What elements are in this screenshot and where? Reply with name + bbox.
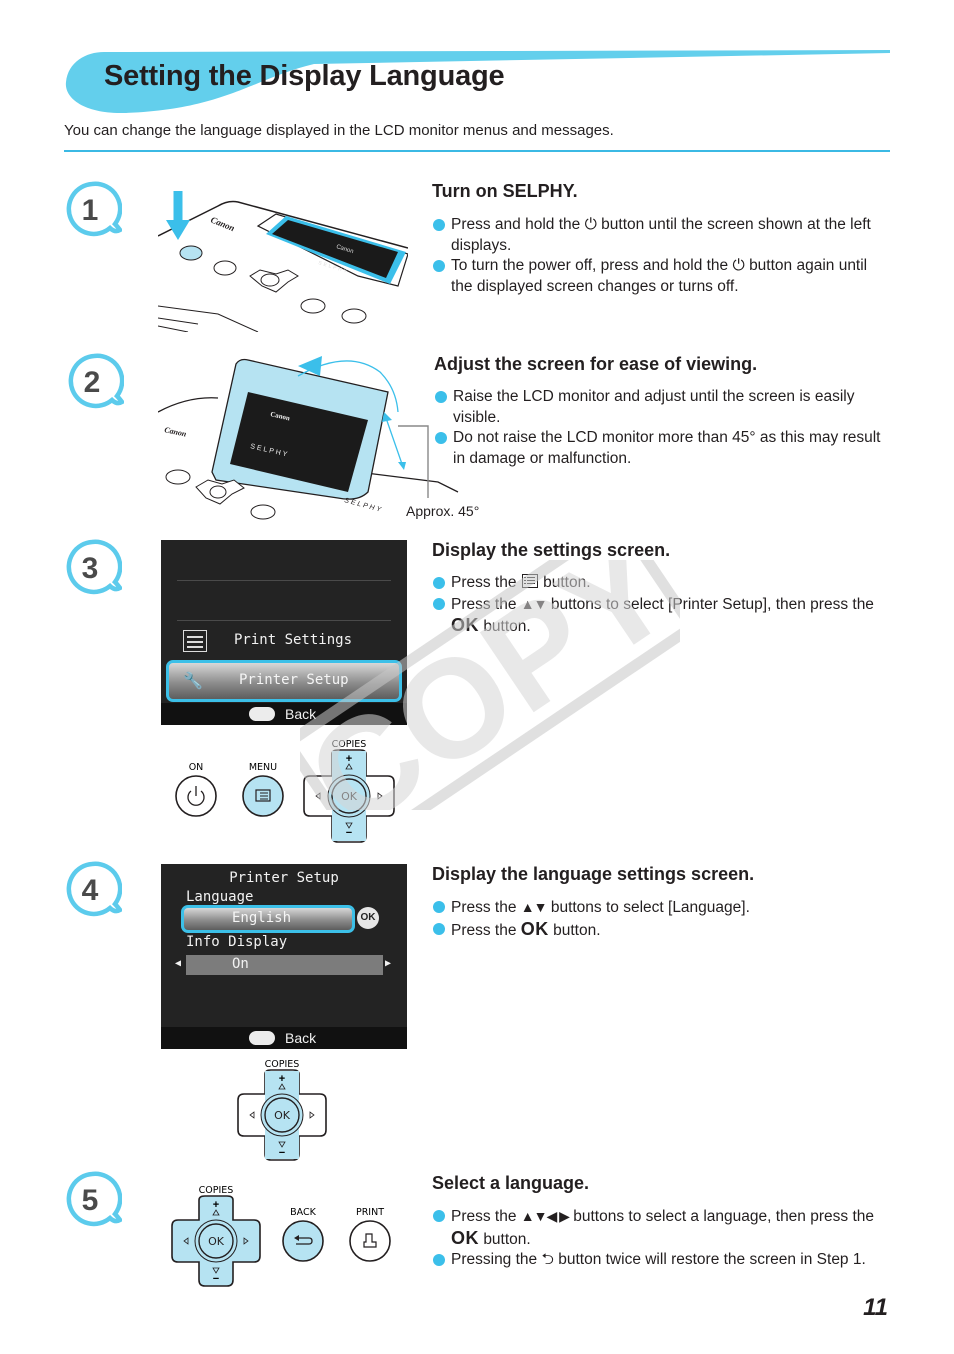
step-5-heading: Select a language.: [432, 1173, 590, 1193]
step-1-bullet-1: Press and hold the ⏻ button until the sc…: [432, 215, 892, 256]
up-down-arrows-icon: ▲▼: [520, 595, 548, 612]
screen-title: Printer Setup: [229, 870, 339, 886]
ok-glyph: OK: [520, 918, 549, 939]
right-arrow-icon[interactable]: ▶: [385, 958, 391, 969]
minus-icon: −: [279, 1147, 285, 1159]
angle-callout: Approx. 45°: [406, 503, 480, 519]
step-5-bullets: Press the ▲▼◀ ▶ buttons to select a lang…: [432, 1206, 892, 1271]
step-3-bullet-2: Press the ▲▼ buttons to select [Printer …: [432, 594, 892, 638]
menu-item-print-settings[interactable]: Print Settings: [234, 632, 352, 648]
step-2-bullet-1: Raise the LCD monitor and adjust until t…: [434, 387, 894, 428]
step-5-number: 5: [82, 1184, 99, 1217]
left-arrow-icon[interactable]: ◀: [175, 958, 181, 969]
back-key-icon: [249, 707, 275, 721]
back-button: [282, 1220, 324, 1262]
plus-icon: +: [279, 1073, 285, 1085]
step-4-dpad: COPIES OK + −: [237, 1059, 327, 1161]
menu-item-printer-setup[interactable]: 🔧 Printer Setup: [166, 660, 402, 702]
printer-setup-screen: Printer Setup Language English OK Info D…: [161, 864, 407, 1049]
screen-footer: Back: [161, 703, 407, 725]
ok-glyph: OK: [451, 1227, 479, 1248]
menu-icon: [521, 574, 538, 588]
power-icon: ⏻: [732, 257, 745, 275]
back-label: Back: [285, 706, 317, 722]
screen-footer: Back: [161, 1027, 407, 1049]
step-1-heading: Turn on SELPHY.: [432, 181, 578, 201]
step-2-bullet-2: Do not raise the LCD monitor more than 4…: [434, 428, 894, 469]
language-label: Language: [186, 889, 254, 905]
step-4-number: 4: [82, 874, 99, 907]
step-5-buttons: COPIES OK + − BACK PRINT: [171, 1185, 391, 1287]
plus-icon: +: [213, 1199, 219, 1211]
step-3-badge: 3: [66, 539, 122, 595]
brand-logo: Canon: [209, 215, 236, 234]
step-2-badge: 2: [68, 353, 124, 409]
step-2-bullets: Raise the LCD monitor and adjust until t…: [434, 387, 894, 469]
copies-label: COPIES: [265, 1059, 300, 1070]
page-title: Setting the Display Language: [104, 60, 505, 92]
tools-icon: 🔧: [183, 671, 203, 690]
info-display-label: Info Display: [186, 934, 288, 950]
menu-label: MENU: [249, 762, 277, 773]
up-down-arrows-icon: ▲▼: [520, 899, 548, 915]
body-product: SELPHY: [343, 497, 383, 514]
language-field[interactable]: English: [181, 905, 355, 933]
step-3-heading: Display the settings screen.: [432, 540, 671, 560]
back-label: BACK: [290, 1207, 316, 1218]
divider: [64, 150, 890, 152]
brand-logo: Canon: [164, 425, 188, 439]
copies-label: COPIES: [332, 739, 367, 750]
back-label: Back: [285, 1030, 317, 1046]
back-key-icon: [249, 1031, 275, 1045]
svg-text:OK: OK: [341, 790, 358, 803]
settings-screen: Print Settings 🔧 Printer Setup Back: [161, 540, 407, 725]
step-4-bullet-2: Press the OK button.: [432, 919, 892, 942]
ok-glyph: OK: [451, 615, 479, 636]
step-5-badge: 5: [66, 1171, 122, 1227]
step-3-bullet-1: Press the button.: [432, 573, 892, 594]
page-number: 11: [863, 1294, 888, 1321]
minus-icon: −: [213, 1273, 219, 1285]
step-4-heading: Display the language settings screen.: [432, 864, 755, 884]
step-5-bullet-2: Pressing the ⮌ button twice will restore…: [432, 1250, 892, 1271]
copies-label: COPIES: [199, 1185, 234, 1196]
step-1-number: 1: [82, 194, 99, 227]
ok-badge: OK: [357, 907, 379, 929]
on-label: ON: [189, 762, 204, 773]
step-1-bullets: Press and hold the ⏻ button until the sc…: [432, 215, 892, 297]
back-icon: ⮌: [541, 1251, 554, 1269]
step-3-number: 3: [82, 552, 99, 585]
step-2-heading: Adjust the screen for ease of viewing.: [434, 354, 758, 374]
settings-sliders-icon: [183, 630, 207, 652]
minus-icon: −: [346, 827, 352, 839]
print-button: [349, 1220, 391, 1262]
arrow-keys-icon: ▲▼◀ ▶: [520, 1208, 570, 1224]
step-1-bullet-2: To turn the power off, press and hold th…: [432, 256, 892, 297]
step-3-buttons: ON MENU COPIES OK + −: [175, 739, 395, 843]
print-label: PRINT: [356, 1207, 384, 1218]
power-icon: ⏻: [584, 216, 597, 233]
svg-text:OK: OK: [274, 1109, 291, 1122]
intro-text: You can change the language displayed in…: [64, 122, 614, 139]
step-1-badge: 1: [66, 181, 122, 237]
step-4-bullet-1: Press the ▲▼ buttons to select [Language…: [432, 897, 892, 919]
step-3-bullets: Press the button. Press the ▲▼ buttons t…: [432, 573, 892, 638]
step-5-bullet-1: Press the ▲▼◀ ▶ buttons to select a lang…: [432, 1206, 892, 1250]
svg-text:OK: OK: [208, 1235, 225, 1248]
info-display-field[interactable]: On: [186, 955, 383, 975]
plus-icon: +: [346, 753, 352, 765]
step-2-number: 2: [84, 366, 101, 399]
printer-top-illustration: Canon SELPHY Canon: [158, 191, 408, 332]
step-4-bullets: Press the ▲▼ buttons to select [Language…: [432, 897, 892, 941]
step-4-badge: 4: [66, 861, 122, 917]
